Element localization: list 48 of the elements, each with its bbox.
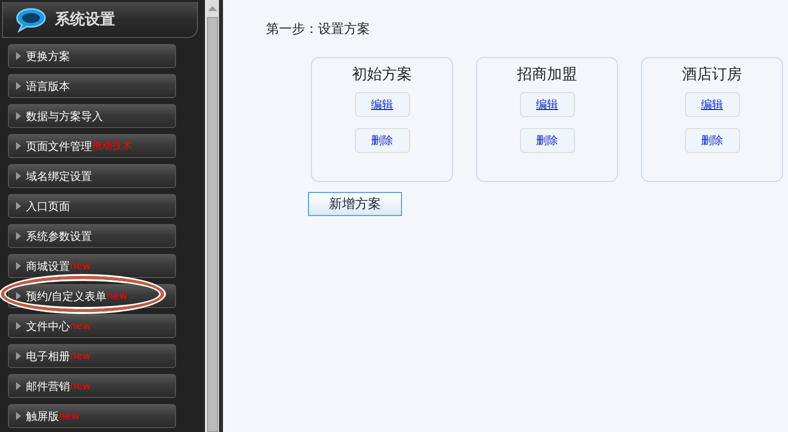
edit-button[interactable]: 编辑 <box>520 92 574 117</box>
menu-item[interactable]: 入口页面 <box>8 194 176 218</box>
triangle-icon <box>16 382 21 390</box>
step-heading: 第一步：设置方案 <box>266 21 371 39</box>
triangle-icon <box>16 82 21 90</box>
triangle-icon <box>16 262 21 270</box>
menu-item[interactable]: 数据与方案导入 <box>8 104 176 128</box>
note-label: new <box>59 410 80 422</box>
menu-item[interactable]: 语言版本 <box>8 74 176 98</box>
note-label: new <box>70 260 91 272</box>
note-label: new <box>70 350 91 362</box>
menu-item[interactable]: 页面文件管理拖动技术 <box>8 134 176 158</box>
note-label: 拖动技术 <box>92 140 132 153</box>
scheme-name: 酒店订房 <box>682 65 742 84</box>
add-scheme-button[interactable]: 新增方案 <box>308 192 402 216</box>
triangle-icon <box>16 202 21 210</box>
scrollbar[interactable] <box>205 0 219 432</box>
triangle-icon <box>16 172 21 180</box>
triangle-icon <box>16 412 21 420</box>
edit-button[interactable]: 编辑 <box>354 92 410 117</box>
triangle-icon <box>16 142 21 150</box>
triangle-icon <box>16 352 21 360</box>
triangle-icon <box>16 52 21 60</box>
triangle-icon <box>16 292 21 300</box>
scheme-name: 招商加盟 <box>517 65 577 84</box>
triangle-icon <box>16 322 21 330</box>
triangle-icon <box>16 112 21 120</box>
scheme-name: 初始方案 <box>352 65 412 84</box>
note-label: new <box>70 320 91 332</box>
scroll-thumb[interactable] <box>207 17 218 432</box>
menu-item[interactable]: 邮件营销new <box>8 374 176 398</box>
chat-bubble-icon <box>15 6 47 32</box>
delete-button[interactable]: 删除 <box>684 128 740 153</box>
menu-item[interactable]: 更换方案 <box>8 44 176 68</box>
menu-item[interactable]: 系统参数设置 <box>8 224 176 248</box>
note-label: new <box>106 290 128 302</box>
menu-item[interactable]: 域名绑定设置 <box>8 164 176 188</box>
note-label: new <box>70 380 91 392</box>
delete-button[interactable]: 删除 <box>354 128 410 153</box>
delete-button[interactable]: 删除 <box>520 128 574 153</box>
edit-button[interactable]: 编辑 <box>684 92 740 117</box>
menu-item[interactable]: 电子相册new <box>8 344 176 368</box>
sidebar-title: 系统设置 <box>55 10 115 29</box>
menu-item[interactable]: 文件中心new <box>8 314 176 338</box>
menu-item[interactable]: 触屏版new <box>8 404 176 428</box>
scroll-up-icon[interactable] <box>208 6 217 11</box>
menu-item[interactable]: 商城设置new <box>8 254 176 278</box>
triangle-icon <box>16 232 21 240</box>
